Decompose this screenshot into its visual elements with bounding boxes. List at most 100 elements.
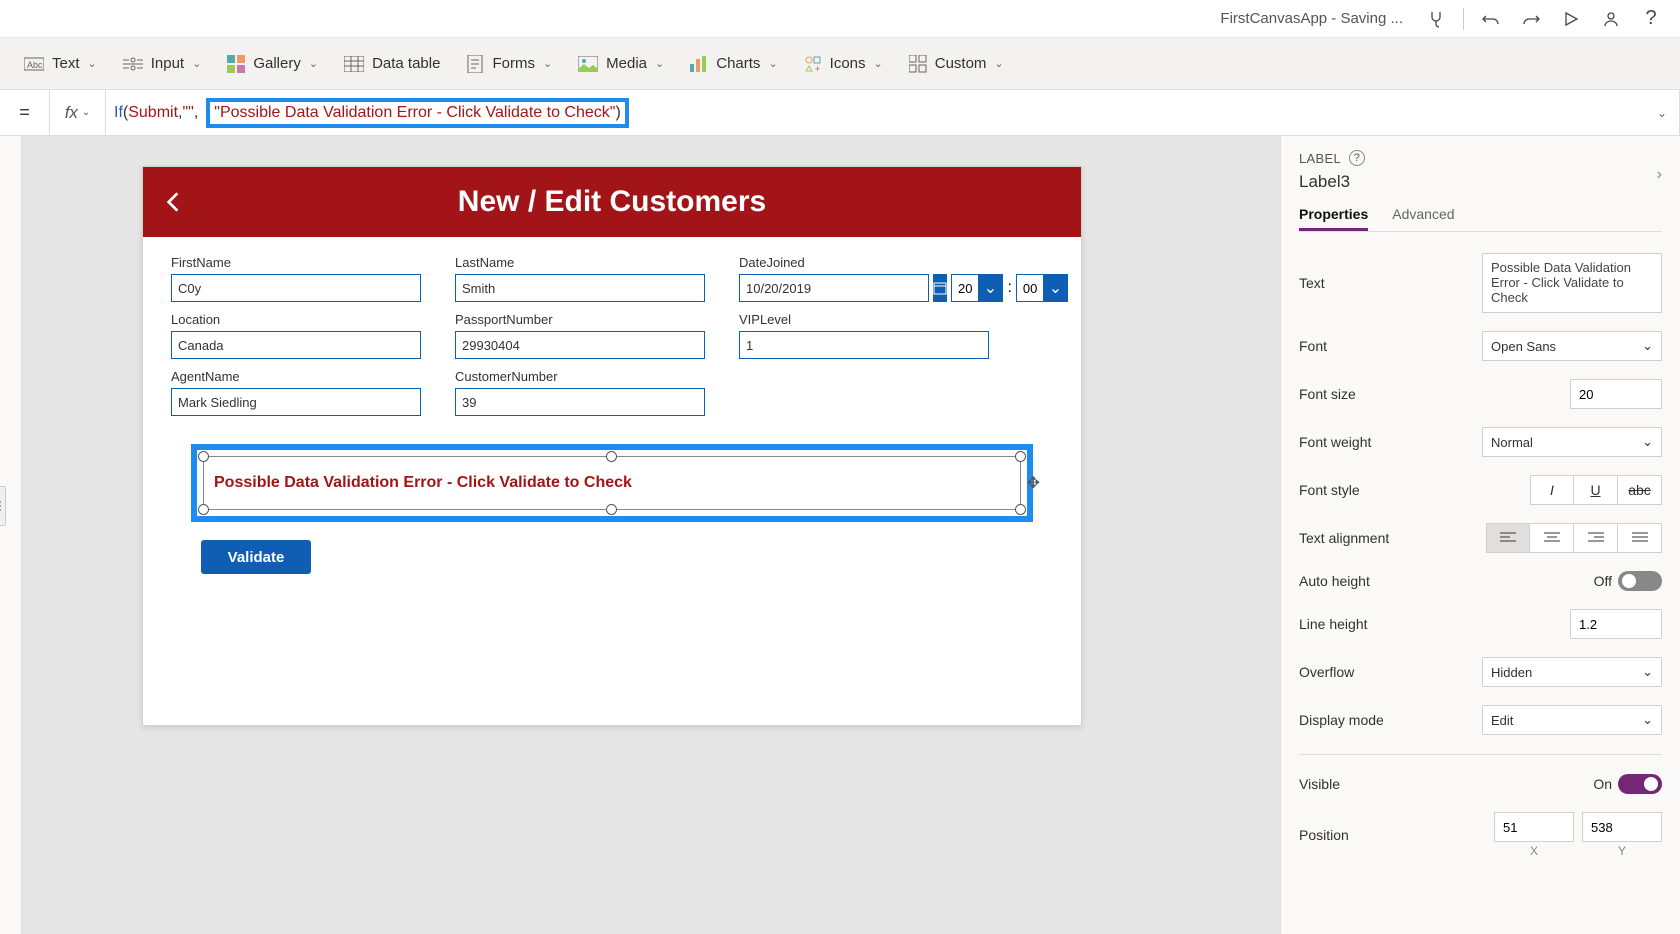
rail-handle[interactable] [0, 486, 6, 526]
autoheight-toggle[interactable] [1618, 571, 1662, 591]
left-rail [0, 136, 22, 934]
redo-icon[interactable] [1514, 5, 1548, 33]
play-icon[interactable] [1554, 5, 1588, 33]
ribbon-media[interactable]: Media⌄ [578, 55, 664, 72]
undo-icon[interactable] [1474, 5, 1508, 33]
prop-fontstyle: Font style I U abc [1299, 466, 1662, 514]
fontsize-input[interactable] [1570, 379, 1662, 409]
validation-label[interactable]: Possible Data Validation Error - Click V… [203, 456, 1021, 510]
passport-input[interactable] [455, 331, 705, 359]
control-type-label: LABEL ? [1299, 150, 1662, 166]
panel-expand-icon[interactable]: › [1657, 166, 1662, 184]
prop-autoheight: Auto height Off [1299, 562, 1662, 600]
lastname-input[interactable] [455, 274, 705, 302]
field-firstname: FirstName [171, 255, 421, 302]
tab-advanced[interactable]: Advanced [1392, 206, 1454, 231]
ribbon-gallery[interactable]: Gallery⌄ [227, 55, 318, 73]
validate-button[interactable]: Validate [201, 540, 311, 574]
selected-label-container[interactable]: Possible Data Validation Error - Click V… [191, 444, 1033, 522]
prop-fontsize: Font size [1299, 370, 1662, 418]
hour-dropdown[interactable]: 20⌄ [951, 274, 1003, 302]
ribbon-forms[interactable]: Forms⌄ [466, 55, 552, 73]
location-input[interactable] [171, 331, 421, 359]
underline-button[interactable]: U [1574, 475, 1618, 505]
formula-bar: = fx ⌄ If(Submit, "", "Possible Data Val… [0, 90, 1680, 136]
fontstyle-group: I U abc [1530, 475, 1662, 505]
strike-button[interactable]: abc [1618, 475, 1662, 505]
align-left-button[interactable] [1486, 523, 1530, 553]
formula-expand-icon[interactable]: ⌄ [1657, 106, 1667, 120]
firstname-input[interactable] [171, 274, 421, 302]
chevron-down-icon: ⌄ [978, 275, 1002, 301]
field-passport: PassportNumber [455, 312, 705, 359]
main-area: New / Edit Customers FirstName LastName … [0, 136, 1680, 934]
datejoined-input[interactable] [739, 274, 929, 302]
property-selector[interactable]: = [0, 90, 50, 135]
control-name[interactable]: Label3 [1299, 172, 1662, 192]
ribbon-charts[interactable]: Charts⌄ [690, 55, 777, 72]
chevron-down-icon: ⌄ [1642, 664, 1653, 680]
chevron-down-icon: ⌄ [1043, 275, 1067, 301]
diagnostics-icon[interactable] [1419, 5, 1453, 33]
formula-token-if: If [114, 104, 123, 122]
screen-title: New / Edit Customers [203, 185, 1081, 219]
visible-toggle[interactable] [1618, 774, 1662, 794]
app-title: FirstCanvasApp - Saving ... [1220, 10, 1403, 27]
move-icon[interactable]: ✥ [1027, 473, 1040, 493]
align-justify-button[interactable] [1618, 523, 1662, 553]
displaymode-select[interactable]: Edit⌄ [1482, 705, 1662, 735]
info-icon[interactable]: ? [1349, 150, 1365, 166]
fx-button[interactable]: fx ⌄ [50, 90, 106, 135]
position-x-input[interactable] [1494, 812, 1574, 842]
prop-visible: Visible On [1299, 765, 1662, 803]
back-button[interactable] [143, 189, 203, 215]
text-value-input[interactable] [1482, 253, 1662, 313]
customernumber-input[interactable] [455, 388, 705, 416]
screen-header: New / Edit Customers [143, 167, 1081, 237]
icons-icon: + [804, 55, 822, 73]
tab-properties[interactable]: Properties [1299, 206, 1368, 231]
media-icon [578, 56, 598, 72]
help-icon[interactable]: ? [1634, 5, 1668, 33]
chevron-down-icon: ⌄ [1642, 338, 1653, 354]
field-location: Location [171, 312, 421, 359]
charts-icon [690, 56, 708, 72]
ribbon-text[interactable]: Abc Text⌄ [24, 55, 97, 72]
prop-textalign: Text alignment [1299, 514, 1662, 562]
lineheight-input[interactable] [1570, 609, 1662, 639]
prop-text: Text [1299, 244, 1662, 322]
input-icon [123, 56, 143, 72]
align-right-button[interactable] [1574, 523, 1618, 553]
ribbon-datatable[interactable]: Data table [344, 55, 440, 72]
prop-lineheight: Line height [1299, 600, 1662, 648]
calendar-icon[interactable] [933, 274, 947, 302]
align-center-button[interactable] [1530, 523, 1574, 553]
field-agentname: AgentName [171, 369, 421, 416]
minute-dropdown[interactable]: 00⌄ [1016, 274, 1068, 302]
prop-position: Position X Y [1299, 803, 1662, 867]
formula-input[interactable]: If(Submit, "", "Possible Data Validation… [106, 90, 1680, 135]
datatable-icon [344, 56, 364, 72]
viplevel-input[interactable] [739, 331, 989, 359]
svg-text:Abc: Abc [27, 60, 43, 70]
agentname-input[interactable] [171, 388, 421, 416]
custom-icon [909, 55, 927, 73]
chevron-down-icon: ⌄ [1642, 712, 1653, 728]
prop-overflow: Overflow Hidden⌄ [1299, 648, 1662, 696]
app-canvas[interactable]: New / Edit Customers FirstName LastName … [142, 166, 1082, 726]
field-lastname: LastName [455, 255, 705, 302]
fontweight-select[interactable]: Normal⌄ [1482, 427, 1662, 457]
forms-icon [466, 55, 484, 73]
ribbon-input[interactable]: Input⌄ [123, 55, 202, 72]
italic-button[interactable]: I [1530, 475, 1574, 505]
font-select[interactable]: Open Sans⌄ [1482, 331, 1662, 361]
ribbon-custom[interactable]: Custom⌄ [909, 55, 1004, 73]
ribbon-icons[interactable]: + Icons⌄ [804, 55, 883, 73]
gallery-icon [227, 55, 245, 73]
position-y-input[interactable] [1582, 812, 1662, 842]
prop-fontweight: Font weight Normal⌄ [1299, 418, 1662, 466]
user-icon[interactable] [1594, 5, 1628, 33]
overflow-select[interactable]: Hidden⌄ [1482, 657, 1662, 687]
chevron-down-icon: ⌄ [1642, 434, 1653, 450]
title-bar: FirstCanvasApp - Saving ... ? [0, 0, 1680, 38]
